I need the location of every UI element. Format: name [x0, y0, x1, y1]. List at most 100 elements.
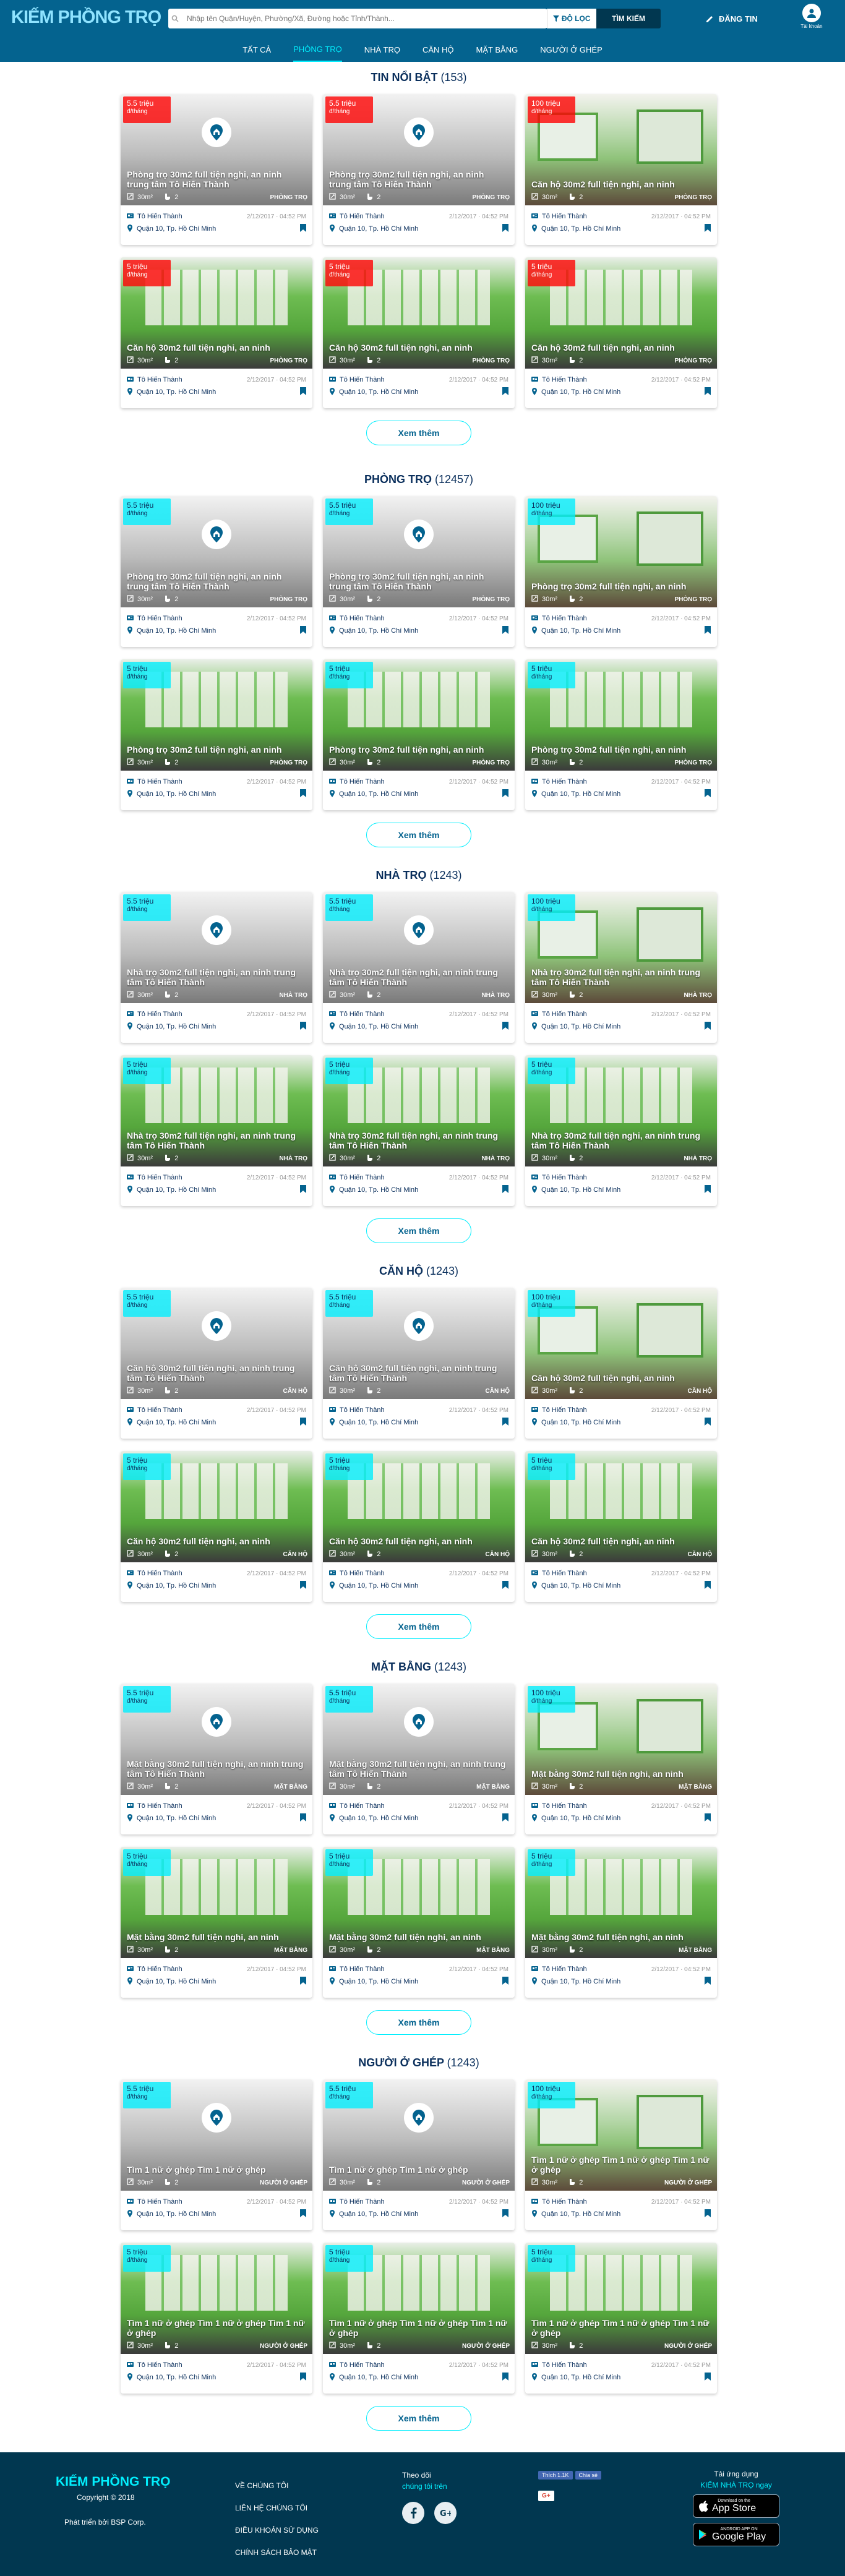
listing-image[interactable]: 5 triệu đ/tháng Căn hộ 30m2 full tiện nghi…: [525, 1451, 717, 1562]
listing-image[interactable]: 5 triệu đ/tháng Phòng trọ 30m2 full tiện n…: [323, 659, 515, 771]
listing-image[interactable]: 5 triệu đ/tháng Mặt bằng 30m2 full tiện ng…: [121, 1847, 312, 1958]
listing-title[interactable]: Nhà trọ 30m2 full tiện nghi, an ninh tru…: [127, 967, 306, 987]
listing-image[interactable]: 5 triệu đ/tháng Căn hộ 30m2 full tiện nghi…: [121, 1451, 312, 1562]
bookmark-icon[interactable]: [300, 387, 306, 397]
bookmark-icon[interactable]: [502, 626, 508, 636]
bookmark-icon[interactable]: [705, 2373, 711, 2382]
search-input[interactable]: [182, 9, 547, 28]
listing-title[interactable]: Mặt bằng 30m2 full tiện nghi, an ninh: [531, 1932, 711, 1942]
nav-tab-3[interactable]: CĂN HỘ: [422, 37, 454, 62]
listing-image[interactable]: 5 triệu đ/tháng Mặt bằng 30m2 full tiện ng…: [323, 1847, 515, 1958]
bookmark-icon[interactable]: [705, 387, 711, 397]
bookmark-icon[interactable]: [705, 1977, 711, 1987]
listing-image[interactable]: 100 triệu đ/tháng Phòng trọ 30m2 full tiện…: [525, 496, 717, 607]
bookmark-icon[interactable]: [502, 1581, 508, 1591]
listing-image[interactable]: 5 triệu đ/tháng Căn hộ 30m2 full tiện nghi…: [323, 1451, 515, 1562]
listing-image[interactable]: 5 triệu đ/tháng Tìm 1 nữ ở ghép Tìm 1 nữ ở…: [525, 2243, 717, 2354]
listing-image[interactable]: 5.5 triệu đ/tháng Phòng trọ 30m2 full tiện…: [323, 94, 515, 205]
filter-dropdown[interactable]: ĐỘ LỌC: [547, 9, 596, 28]
listing-image[interactable]: 5 triệu đ/tháng Mặt bằng 30m2 full tiện ng…: [525, 1847, 717, 1958]
listing-title[interactable]: Căn hộ 30m2 full tiện nghi, an ninh: [531, 1536, 711, 1546]
listing-title[interactable]: Phòng trọ 30m2 full tiện nghi, an ninh: [531, 745, 711, 755]
listing-image[interactable]: 5 triệu đ/tháng Nhà trọ 30m2 full tiện ngh…: [525, 1055, 717, 1166]
listing-title[interactable]: Căn hộ 30m2 full tiện nghi, an ninh: [531, 1373, 711, 1383]
listing-title[interactable]: Nhà trọ 30m2 full tiện nghi, an ninh tru…: [127, 1131, 306, 1150]
nav-tab-5[interactable]: NGƯỜI Ở GHÉP: [540, 37, 603, 62]
listing-card[interactable]: 5.5 triệu đ/tháng Mặt bằng 30m2 full tiện …: [323, 1684, 515, 1834]
listing-title[interactable]: Tìm 1 nữ ở ghép Tìm 1 nữ ở ghép: [329, 2165, 508, 2175]
bookmark-icon[interactable]: [705, 789, 711, 799]
listing-card[interactable]: 5 triệu đ/tháng Nhà trọ 30m2 full tiện ngh…: [323, 1055, 515, 1206]
listing-title[interactable]: Nhà trọ 30m2 full tiện nghi, an ninh tru…: [531, 967, 711, 987]
listing-card[interactable]: 5 triệu đ/tháng Tìm 1 nữ ở ghép Tìm 1 nữ ở…: [121, 2243, 312, 2394]
bookmark-icon[interactable]: [705, 2209, 711, 2219]
bookmark-icon[interactable]: [502, 1418, 508, 1427]
bookmark-icon[interactable]: [705, 1418, 711, 1427]
listing-image[interactable]: 100 triệu đ/tháng Căn hộ 30m2 full tiện ng…: [525, 94, 717, 205]
listing-card[interactable]: 100 triệu đ/tháng Phòng trọ 30m2 full tiện…: [525, 496, 717, 647]
bookmark-icon[interactable]: [300, 789, 306, 799]
listing-title[interactable]: Mặt bằng 30m2 full tiện nghi, an ninh: [127, 1932, 306, 1942]
footer-link-terms[interactable]: ĐIỀU KHOẢN SỬ DỤNG: [235, 2519, 319, 2541]
listing-title[interactable]: Phòng trọ 30m2 full tiện nghi, an ninh t…: [329, 571, 508, 591]
listing-card[interactable]: 5.5 triệu đ/tháng Tìm 1 nữ ở ghép Tìm 1 nữ…: [323, 2079, 515, 2230]
listing-title[interactable]: Căn hộ 30m2 full tiện nghi, an ninh trun…: [329, 1363, 508, 1383]
listing-title[interactable]: Căn hộ 30m2 full tiện nghi, an ninh: [329, 1536, 508, 1546]
bookmark-icon[interactable]: [705, 1581, 711, 1591]
footer-link-about[interactable]: VỀ CHÚNG TÔI: [235, 2475, 319, 2497]
google-plus-icon[interactable]: G+: [434, 2502, 457, 2524]
listing-card[interactable]: 100 triệu đ/tháng Nhà trọ 30m2 full tiện n…: [525, 892, 717, 1043]
account-menu[interactable]: Tài khoản: [798, 4, 825, 29]
listing-image[interactable]: 5.5 triệu đ/tháng Phòng trọ 30m2 full tiện…: [121, 94, 312, 205]
bookmark-icon[interactable]: [705, 1185, 711, 1195]
view-more-button[interactable]: Xem thêm: [366, 823, 471, 847]
listing-card[interactable]: 5.5 triệu đ/tháng Phòng trọ 30m2 full tiện…: [323, 496, 515, 647]
listing-card[interactable]: 5 triệu đ/tháng Căn hộ 30m2 full tiện nghi…: [323, 1451, 515, 1602]
listing-image[interactable]: 5 triệu đ/tháng Nhà trọ 30m2 full tiện ngh…: [121, 1055, 312, 1166]
bookmark-icon[interactable]: [300, 224, 306, 234]
bookmark-icon[interactable]: [705, 1813, 711, 1823]
listing-card[interactable]: 5 triệu đ/tháng Căn hộ 30m2 full tiện nghi…: [525, 1451, 717, 1602]
listing-title[interactable]: Căn hộ 30m2 full tiện nghi, an ninh trun…: [127, 1363, 306, 1383]
listing-card[interactable]: 5 triệu đ/tháng Nhà trọ 30m2 full tiện ngh…: [525, 1055, 717, 1206]
bookmark-icon[interactable]: [502, 1977, 508, 1987]
listing-image[interactable]: 5 triệu đ/tháng Tìm 1 nữ ở ghép Tìm 1 nữ ở…: [121, 2243, 312, 2354]
bookmark-icon[interactable]: [502, 1813, 508, 1823]
listing-title[interactable]: Căn hộ 30m2 full tiện nghi, an ninh: [531, 343, 711, 353]
listing-title[interactable]: Phòng trọ 30m2 full tiện nghi, an ninh t…: [127, 169, 306, 189]
bookmark-icon[interactable]: [300, 2373, 306, 2382]
listing-image[interactable]: 5.5 triệu đ/tháng Tìm 1 nữ ở ghép Tìm 1 nữ…: [323, 2079, 515, 2191]
listing-title[interactable]: Nhà trọ 30m2 full tiện nghi, an ninh tru…: [329, 1131, 508, 1150]
bookmark-icon[interactable]: [705, 224, 711, 234]
listing-card[interactable]: 5.5 triệu đ/tháng Tìm 1 nữ ở ghép Tìm 1 nữ…: [121, 2079, 312, 2230]
bookmark-icon[interactable]: [300, 1022, 306, 1032]
listing-card[interactable]: 5 triệu đ/tháng Phòng trọ 30m2 full tiện n…: [121, 659, 312, 810]
listing-image[interactable]: 5.5 triệu đ/tháng Tìm 1 nữ ở ghép Tìm 1 nữ…: [121, 2079, 312, 2191]
listing-card[interactable]: 5.5 triệu đ/tháng Căn hộ 30m2 full tiện ng…: [323, 1288, 515, 1439]
listing-image[interactable]: 5.5 triệu đ/tháng Căn hộ 30m2 full tiện ng…: [121, 1288, 312, 1399]
bookmark-icon[interactable]: [502, 224, 508, 234]
footer-logo[interactable]: KIẾM PHỒNG TRỌ: [56, 2475, 171, 2489]
listing-card[interactable]: 5.5 triệu đ/tháng Phòng trọ 30m2 full tiện…: [121, 94, 312, 245]
bookmark-icon[interactable]: [502, 1022, 508, 1032]
listing-card[interactable]: 5.5 triệu đ/tháng Mặt bằng 30m2 full tiện …: [121, 1684, 312, 1834]
site-logo[interactable]: KIẾM PHỒNG TRỌ: [11, 7, 161, 28]
listing-card[interactable]: 5 triệu đ/tháng Căn hộ 30m2 full tiện nghi…: [121, 1451, 312, 1602]
view-more-button[interactable]: Xem thêm: [366, 421, 471, 445]
fb-share-button[interactable]: Chia sẻ: [575, 2471, 602, 2480]
view-more-button[interactable]: Xem thêm: [366, 1614, 471, 1639]
nav-tab-2[interactable]: NHÀ TRỌ: [364, 37, 400, 62]
listing-image[interactable]: 5.5 triệu đ/tháng Mặt bằng 30m2 full tiện …: [323, 1684, 515, 1795]
bookmark-icon[interactable]: [705, 626, 711, 636]
listing-title[interactable]: Mặt bằng 30m2 full tiện nghi, an ninh: [329, 1932, 508, 1942]
listing-card[interactable]: 5 triệu đ/tháng Căn hộ 30m2 full tiện nghi…: [121, 257, 312, 408]
listing-card[interactable]: 5 triệu đ/tháng Tìm 1 nữ ở ghép Tìm 1 nữ ở…: [323, 2243, 515, 2394]
listing-image[interactable]: 5.5 triệu đ/tháng Phòng trọ 30m2 full tiện…: [323, 496, 515, 607]
listing-title[interactable]: Mặt bằng 30m2 full tiện nghi, an ninh tr…: [127, 1759, 306, 1779]
nav-tab-1[interactable]: PHÒNG TRỌ: [293, 37, 342, 62]
bookmark-icon[interactable]: [502, 2373, 508, 2382]
listing-image[interactable]: 5 triệu đ/tháng Nhà trọ 30m2 full tiện ngh…: [323, 1055, 515, 1166]
facebook-icon[interactable]: [402, 2502, 424, 2524]
listing-card[interactable]: 100 triệu đ/tháng Mặt bằng 30m2 full tiện …: [525, 1684, 717, 1834]
listing-title[interactable]: Nhà trọ 30m2 full tiện nghi, an ninh tru…: [329, 967, 508, 987]
